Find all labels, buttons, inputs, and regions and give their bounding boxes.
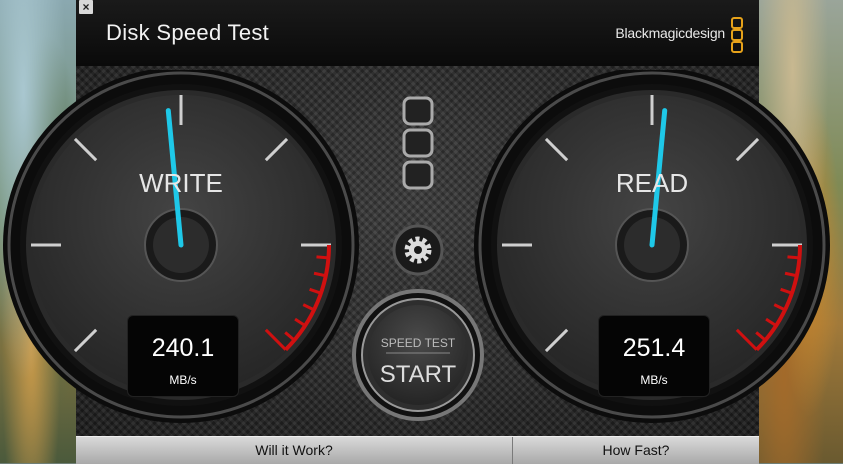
start-button-label: START (380, 361, 457, 388)
read-label: READ (616, 168, 688, 198)
write-value: 240.1 (151, 334, 215, 362)
write-readout: 240.1 MB/s (127, 315, 239, 397)
bottom-tab-bar: Will it Work? How Fast? (76, 436, 759, 464)
brand-name: Blackmagicdesign (615, 25, 725, 41)
read-value: 251.4 (622, 334, 686, 362)
blackmagic-logo-icon (731, 17, 743, 53)
read-tick-red (787, 255, 800, 260)
disk-speed-test-window: × Disk Speed Test Blackmagicdesign WRITE (3, 0, 830, 464)
write-label: WRITE (139, 168, 223, 198)
start-button-top-label: SPEED TEST (381, 336, 456, 350)
write-unit: MB/s (169, 373, 197, 387)
read-unit: MB/s (640, 373, 668, 387)
gear-icon[interactable] (392, 224, 444, 276)
read-readout: 251.4 MB/s (598, 315, 710, 397)
title-bar: × Disk Speed Test Blackmagicdesign (76, 0, 759, 66)
stack-icon[interactable] (402, 96, 434, 190)
write-tick-red (316, 255, 329, 260)
center-controls: SPEED TEST START (352, 96, 484, 421)
window-title: Disk Speed Test (106, 20, 270, 45)
start-button[interactable]: SPEED TEST START (352, 289, 484, 421)
close-button[interactable]: × (79, 0, 93, 14)
will-it-work-button[interactable]: Will it Work? (76, 437, 513, 464)
how-fast-button[interactable]: How Fast? (513, 437, 759, 464)
